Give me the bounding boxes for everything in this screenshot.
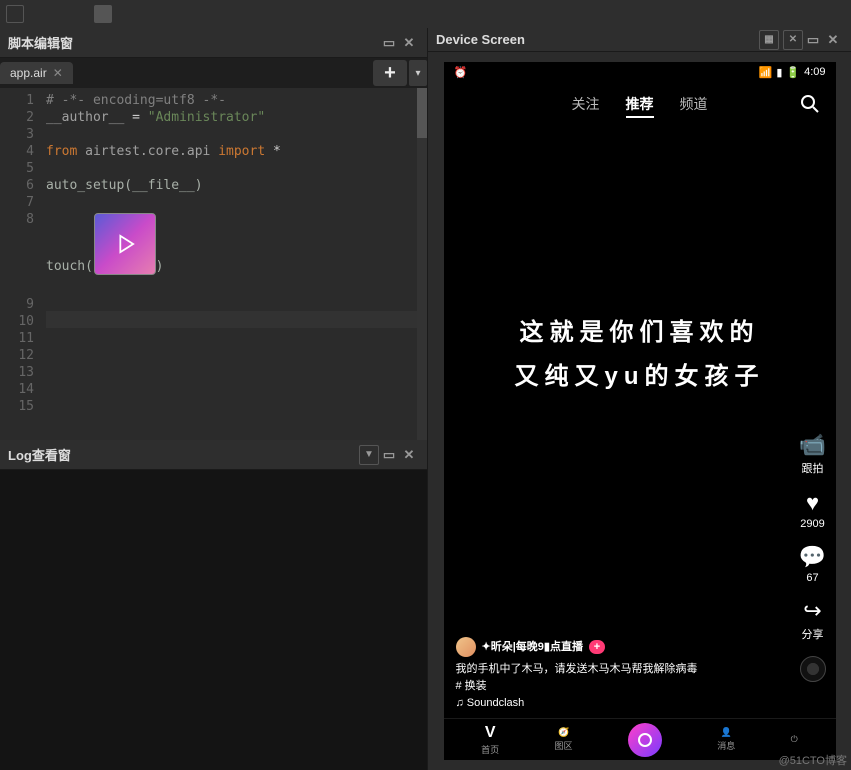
bottom-nav: V 首页 🧭 图区 👤 消息 ⏻	[444, 718, 836, 760]
code-area[interactable]: # -*- encoding=utf8 -*- __author__ = "Ad…	[40, 88, 427, 440]
toolbar-icon-square[interactable]	[6, 5, 24, 23]
current-line	[46, 311, 421, 328]
nav-home[interactable]: V 首页	[481, 724, 499, 756]
editor-close-icon[interactable]: ✕	[399, 33, 419, 53]
nav-messages[interactable]: 👤 消息	[717, 727, 735, 752]
power-icon: ⏻	[791, 734, 798, 745]
comment-icon: 💬	[800, 544, 826, 570]
search-icon[interactable]	[798, 92, 822, 116]
status-bar: ⏰ 📶 ▮ 🔋 4:09	[444, 62, 836, 82]
log-maximize-icon[interactable]: ▭	[379, 445, 399, 465]
tab-channel[interactable]: 频道	[680, 94, 708, 114]
editor-maximize-icon[interactable]: ▭	[379, 33, 399, 53]
nav-power[interactable]: ⏻	[791, 734, 798, 745]
message-icon: 👤	[721, 727, 732, 738]
play-triangle-icon	[111, 230, 139, 258]
editor-tab[interactable]: app.air ✕	[0, 62, 73, 84]
signal-icon: ▮	[776, 66, 782, 79]
tab-follow[interactable]: 关注	[572, 94, 600, 114]
side-actions: 📹 跟拍 ♥ 2909 💬 67 ↪ 分享	[800, 432, 826, 682]
wifi-icon: 📶	[759, 66, 773, 79]
video-music[interactable]: ♫ Soundclash	[456, 695, 776, 712]
video-description: ✦昕朵|每晚9▮点直播 + 我的手机中了木马，请发送木马木马帮我解除病毒 # 换…	[456, 637, 776, 712]
username[interactable]: ✦昕朵|每晚9▮点直播	[482, 639, 583, 656]
log-filter-icon[interactable]: ▼	[359, 445, 379, 465]
share-icon: ↪	[800, 598, 826, 624]
line-gutter: 1 2 3 4 5 6 7 8 9 10 11 12 13 14 15	[0, 88, 40, 440]
battery-icon: 🔋	[786, 66, 800, 79]
video-overlay-text: 这就是你们喜欢的 又纯又yu的女孩子	[444, 311, 836, 399]
tab-close-icon[interactable]: ✕	[53, 66, 63, 80]
follow-plus-badge[interactable]: +	[589, 640, 605, 654]
code-editor[interactable]: 1 2 3 4 5 6 7 8 9 10 11 12 13 14 15 # -*…	[0, 88, 427, 440]
device-tools-icon[interactable]: ✕	[783, 30, 803, 50]
music-disc-icon[interactable]	[800, 656, 826, 682]
nav-explore[interactable]: 🧭 图区	[555, 727, 573, 752]
status-time: 4:09	[804, 66, 825, 78]
device-close-icon[interactable]: ✕	[823, 30, 843, 50]
camera-icon: 📹	[800, 432, 826, 458]
device-maximize-icon[interactable]: ▭	[803, 30, 823, 50]
editor-panel-title: 脚本编辑窗	[8, 33, 379, 52]
device-panel-title: Device Screen	[436, 32, 759, 47]
avatar[interactable]	[456, 637, 476, 657]
action-comment[interactable]: 💬 67	[800, 544, 826, 584]
feed-tabs: 关注 推荐 频道	[444, 90, 836, 118]
device-panel-header: Device Screen ▦ ✕ ▭ ✕	[428, 28, 851, 52]
nav-create-button[interactable]	[628, 723, 662, 757]
editor-scrollbar[interactable]	[417, 88, 427, 440]
video-tag[interactable]: # 换装	[456, 678, 776, 695]
editor-tab-bar: app.air ✕ + ▾	[0, 58, 427, 88]
log-panel-header: Log查看窗 ▼ ▭ ✕	[0, 440, 427, 470]
tab-dropdown-icon[interactable]: ▾	[409, 60, 427, 86]
heart-icon: ♥	[800, 490, 826, 516]
toolbar-icon-list[interactable]	[94, 5, 112, 23]
editor-tab-label: app.air	[10, 66, 47, 80]
compass-icon: 🧭	[558, 727, 569, 738]
alarm-icon: ⏰	[454, 66, 468, 79]
editor-panel-header: 脚本编辑窗 ▭ ✕	[0, 28, 427, 58]
watermark: @51CTO博客	[779, 752, 847, 768]
device-grid-icon[interactable]: ▦	[759, 30, 779, 50]
log-panel-title: Log查看窗	[8, 445, 359, 464]
action-share[interactable]: ↪ 分享	[800, 598, 826, 642]
tab-recommend[interactable]: 推荐	[626, 94, 654, 114]
log-close-icon[interactable]: ✕	[399, 445, 419, 465]
log-body[interactable]	[0, 470, 427, 770]
tab-add-button[interactable]: +	[373, 60, 407, 86]
action-camera[interactable]: 📹 跟拍	[800, 432, 826, 476]
top-toolbar	[0, 0, 851, 28]
device-screen[interactable]: ⏰ 📶 ▮ 🔋 4:09 关注 推荐 频道	[444, 62, 836, 760]
action-like[interactable]: ♥ 2909	[800, 490, 826, 530]
log-panel: Log查看窗 ▼ ▭ ✕	[0, 440, 427, 770]
video-caption: 我的手机中了木马，请发送木马木马帮我解除病毒	[456, 661, 776, 678]
